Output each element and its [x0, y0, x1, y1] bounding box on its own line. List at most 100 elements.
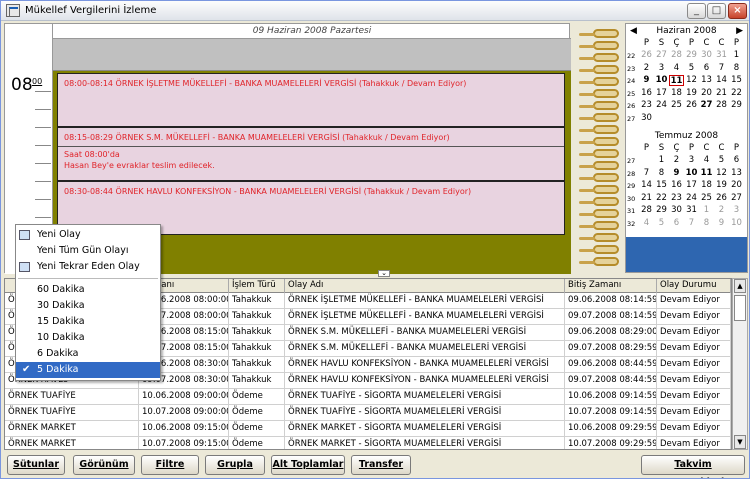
close-button[interactable]: × [728, 3, 747, 19]
table-row[interactable]: ÖRNEK MARKET 10.06.2008 09:15:00 Ödeme ÖRNE… [5, 421, 731, 437]
table-cell[interactable]: ÖRNEK TUAFİYE - SİGORTA MUAMELELERİ VERG… [285, 405, 565, 421]
column-header[interactable]: Olay Durumu [657, 279, 731, 293]
table-cell[interactable]: 09.06.2008 08:29:00 [565, 325, 657, 341]
calendar-day[interactable]: 19 [684, 88, 699, 99]
table-cell[interactable]: ÖRNEK İŞLETME MÜKELLEFİ - BANKA MUAMELEL… [285, 293, 565, 309]
calendar-day[interactable]: 24 [684, 193, 699, 204]
table-cell[interactable]: 09.06.2008 08:44:59 [565, 357, 657, 373]
calendar-day[interactable]: 27 [729, 193, 744, 204]
column-header[interactable]: İşlem Türü [229, 279, 285, 293]
table-cell[interactable]: 09.07.2008 08:29:59 [565, 341, 657, 357]
table-cell[interactable]: 10.06.2008 09:14:59 [565, 389, 657, 405]
table-cell[interactable]: ÖRNEK HAVLU KONFEKSİYON - BANKA MUAMELEL… [285, 373, 565, 389]
table-cell[interactable]: 10.07.2008 09:29:59 [565, 437, 657, 449]
calendar-day[interactable]: 30 [639, 113, 654, 124]
table-cell[interactable]: Tahakkuk [229, 341, 285, 357]
calendar-day[interactable]: 10 [684, 168, 699, 179]
minimize-button[interactable]: _ [687, 3, 706, 19]
calendar-day[interactable]: 28 [714, 100, 729, 111]
table-cell[interactable]: ÖRNEK MARKET - SİGORTA MUAMELELERİ VERGİ… [285, 437, 565, 449]
table-row[interactable]: ÖRNEK TUAFİYE 10.07.2008 09:00:00 Ödeme ÖRN… [5, 405, 731, 421]
calendar-day[interactable]: 1 [654, 155, 669, 166]
calendar-day[interactable]: 28 [669, 50, 684, 61]
calendar-day[interactable]: 3 [654, 63, 669, 74]
transfer-button[interactable]: Transfer [351, 455, 411, 475]
calendar-day[interactable]: 5 [714, 155, 729, 166]
table-cell[interactable]: Tahakkuk [229, 357, 285, 373]
calendar-day[interactable]: 26 [684, 100, 699, 111]
calendar-day[interactable]: 4 [699, 155, 714, 166]
calendar-day[interactable]: 9 [669, 168, 684, 179]
calendar-day[interactable]: 26 [714, 193, 729, 204]
maximize-button[interactable]: □ [707, 3, 726, 19]
calendar-day[interactable]: 6 [669, 218, 684, 229]
calendar-day[interactable]: 8 [654, 168, 669, 179]
calendar-day[interactable]: 14 [714, 75, 729, 86]
calendar-day[interactable]: 22 [729, 88, 744, 99]
calendar-day[interactable]: 26 [639, 50, 654, 61]
calendar-day[interactable]: 2 [669, 155, 684, 166]
table-cell[interactable]: Devam Ediyor [657, 389, 731, 405]
calendar-day[interactable]: 29 [729, 100, 744, 111]
calendar-day[interactable]: 27 [654, 50, 669, 61]
splitter-grip[interactable]: ⌄ [378, 270, 390, 277]
table-cell[interactable]: 10.07.2008 09:00:00 [139, 405, 229, 421]
table-cell[interactable]: Devam Ediyor [657, 309, 731, 325]
table-cell[interactable]: Devam Ediyor [657, 405, 731, 421]
mini-calendar[interactable]: ◀ Haziran 2008 ▶ P S Ç P C C P 22 26 27 28 29 30 31 1 2… [625, 23, 748, 273]
calendar-day[interactable]: 7 [714, 63, 729, 74]
table-row[interactable]: ÖRNEK TUAFİYE 10.06.2008 09:00:00 Ödeme ÖRN… [5, 389, 731, 405]
calendar-day[interactable]: 9 [714, 218, 729, 229]
calendar-day[interactable]: 30 [699, 50, 714, 61]
grid-vertical-scrollbar[interactable]: ▲ ▼ [732, 278, 748, 450]
menu-item-30-min[interactable]: 30 Dakika [16, 298, 160, 314]
calendar-day[interactable]: 1 [729, 50, 744, 61]
next-month-arrow-icon[interactable]: ▶ [736, 26, 743, 36]
calendar-day[interactable]: 20 [699, 88, 714, 99]
calendar-day[interactable]: 27 [699, 100, 714, 111]
calendar-day[interactable]: 2 [639, 63, 654, 74]
calendar-day[interactable]: 17 [684, 180, 699, 191]
table-cell[interactable]: Devam Ediyor [657, 293, 731, 309]
calendar-day[interactable]: 7 [684, 218, 699, 229]
table-cell[interactable]: 09.07.2008 08:14:59 [565, 309, 657, 325]
calendar-day[interactable]: 13 [699, 75, 714, 86]
column-header[interactable]: Bitiş Zamanı [565, 279, 657, 293]
calendar-day[interactable]: 8 [699, 218, 714, 229]
calendar-day[interactable]: 21 [714, 88, 729, 99]
calendar-day[interactable]: 25 [669, 100, 684, 111]
calendar-day[interactable]: 12 [714, 168, 729, 179]
calendar-day[interactable]: 5 [654, 218, 669, 229]
calendar-day[interactable]: 4 [669, 63, 684, 74]
calendar-day[interactable]: 7 [639, 168, 654, 179]
table-cell[interactable]: ÖRNEK S.M. MÜKELLEFİ - BANKA MUAMELELERİ… [285, 325, 565, 341]
prev-month-arrow-icon[interactable]: ◀ [630, 26, 637, 36]
calendar-day[interactable]: 23 [639, 100, 654, 111]
table-cell[interactable]: ÖRNEK TUAFİYE - SİGORTA MUAMELELERİ VERG… [285, 389, 565, 405]
calendar-day[interactable]: 29 [684, 50, 699, 61]
calendar-day[interactable]: 6 [699, 63, 714, 74]
table-cell[interactable]: Tahakkuk [229, 293, 285, 309]
table-cell[interactable]: ÖRNEK TUAFİYE [5, 405, 139, 421]
calendar-day[interactable]: 11 [669, 75, 684, 86]
table-cell[interactable]: Ödeme [229, 437, 285, 449]
table-cell[interactable]: Devam Ediyor [657, 325, 731, 341]
calendar-day[interactable]: 19 [714, 180, 729, 191]
table-cell[interactable]: Tahakkuk [229, 325, 285, 341]
filter-button[interactable]: Filtre [141, 455, 199, 475]
calendar-day[interactable]: 14 [639, 180, 654, 191]
menu-item-15-min[interactable]: 15 Dakika [16, 314, 160, 330]
table-cell[interactable]: Tahakkuk [229, 373, 285, 389]
table-cell[interactable]: Devam Ediyor [657, 357, 731, 373]
menu-item-new-event[interactable]: Yeni Olay [16, 227, 160, 243]
calendar-day[interactable]: 2 [714, 205, 729, 216]
menu-item-new-all-day-event[interactable]: Yeni Tüm Gün Olayı [16, 243, 160, 259]
calendar-day[interactable]: 30 [669, 205, 684, 216]
table-row[interactable]: ÖRNEK MARKET 10.07.2008 09:15:00 Ödeme ÖRNE… [5, 437, 731, 449]
table-cell[interactable]: 10.06.2008 09:29:59 [565, 421, 657, 437]
calendar-day[interactable]: 17 [654, 88, 669, 99]
table-cell[interactable]: 10.07.2008 09:15:00 [139, 437, 229, 449]
table-cell[interactable]: 09.06.2008 08:14:59 [565, 293, 657, 309]
calendar-day[interactable]: 22 [654, 193, 669, 204]
table-cell[interactable]: Devam Ediyor [657, 341, 731, 357]
